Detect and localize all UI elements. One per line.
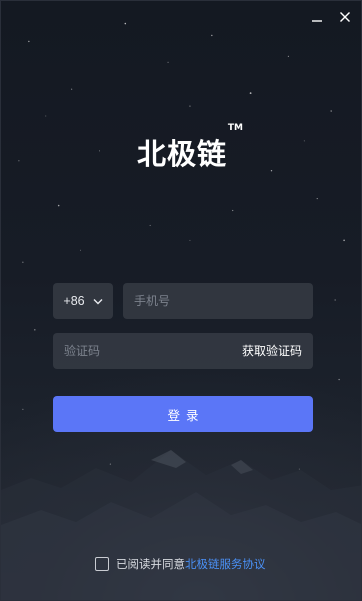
logo-text: 北极链 TM bbox=[136, 123, 243, 173]
chevron-down-icon bbox=[93, 298, 103, 304]
login-button-label: 登录 bbox=[167, 407, 205, 423]
minimize-button[interactable] bbox=[307, 7, 327, 27]
login-button[interactable]: 登录 bbox=[53, 396, 313, 432]
phone-field bbox=[123, 283, 313, 319]
mountain-silhouette bbox=[1, 450, 361, 600]
minimize-icon bbox=[312, 20, 322, 22]
country-code-value: +86 bbox=[63, 294, 85, 308]
service-agreement-link[interactable]: 北极链服务协议 bbox=[185, 556, 266, 572]
agreement-checkbox[interactable] bbox=[95, 557, 109, 571]
close-icon bbox=[340, 12, 350, 22]
get-code-button[interactable]: 获取验证码 bbox=[242, 333, 302, 369]
login-window: 北极链TM +86 获取验证码 登录 已阅读并同意 北极链服务协议 bbox=[0, 0, 362, 601]
country-code-select[interactable]: +86 bbox=[53, 283, 113, 319]
close-button[interactable] bbox=[335, 7, 355, 27]
logo-name: 北极链 bbox=[136, 137, 227, 171]
phone-input[interactable] bbox=[123, 283, 313, 319]
agreement-row: 已阅读并同意 北极链服务协议 bbox=[95, 556, 266, 572]
verification-code-input[interactable] bbox=[53, 333, 233, 369]
verification-code-field: 获取验证码 bbox=[53, 333, 313, 369]
trademark-mark: TM bbox=[227, 123, 243, 133]
agreement-text: 已阅读并同意 bbox=[116, 557, 185, 571]
app-logo: 北极链 TM bbox=[1, 123, 361, 173]
